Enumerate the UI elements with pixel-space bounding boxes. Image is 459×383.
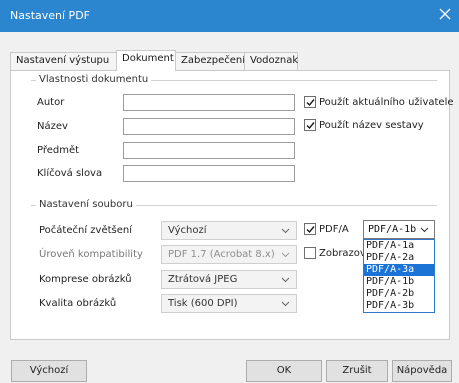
name-input[interactable] [123,118,295,135]
compat-value: PDF 1.7 (Acrobat 8.x) [168,249,275,260]
author-label: Autor [37,97,65,108]
tab-label: Nastavení výstupu [16,55,110,66]
pdfa-label: PDF/A [319,224,349,235]
dialog-body: Nastavení výstupu Dokument Zabezpečení V… [0,32,459,383]
file-group-title: Nastavení souboru [36,199,136,210]
close-icon[interactable] [437,6,453,22]
pdfa-level-select[interactable]: PDF/A-1b [363,220,435,239]
tab-label: Vodoznak [250,55,299,66]
initial-zoom-value: Výchozí [168,225,207,236]
pdfa-option[interactable]: PDF/A-3b [364,300,434,312]
pdfa-option[interactable]: PDF/A-2a [364,252,434,264]
checkmark-icon [306,122,315,130]
pdfa-option[interactable]: PDF/A-1a [364,240,434,252]
author-input[interactable] [123,94,295,111]
tab-security[interactable]: Zabezpečení [175,52,245,70]
cancel-button[interactable]: Zrušit [326,360,388,382]
pdfa-checkbox[interactable] [304,223,316,235]
compression-label: Komprese obrázků [39,274,132,285]
default-button[interactable]: Výchozí [11,360,87,382]
pdfa-option-highlighted[interactable]: PDF/A-3a [364,264,434,276]
initial-zoom-label: Počáteční zvětšení [39,225,133,236]
chevron-down-icon [281,277,290,283]
chevron-down-icon [281,228,290,234]
use-report-name-checkbox[interactable] [304,119,316,131]
tab-document[interactable]: Dokument [116,50,176,71]
chevron-down-icon [420,227,429,233]
tab-output-settings[interactable]: Nastavení výstupu [10,52,117,70]
quality-value: Tisk (600 DPI) [168,298,238,309]
use-report-name-label: Použít název sestavy [319,120,424,131]
quality-select[interactable]: Tisk (600 DPI) [161,294,297,313]
use-current-user-checkbox[interactable] [304,96,316,108]
pdfa-option[interactable]: PDF/A-1b [364,276,434,288]
compat-select[interactable]: PDF 1.7 (Acrobat 8.x) [161,245,297,264]
checkmark-icon [306,99,315,107]
tab-watermark[interactable]: Vodoznak [244,52,298,70]
window-title: Nastavení PDF [10,9,90,22]
pdfa-option[interactable]: PDF/A-2b [364,288,434,300]
name-label: Název [37,121,68,132]
compat-label: Úroveň kompatibility [39,249,143,260]
compression-value: Ztrátová JPEG [168,274,238,285]
initial-zoom-select[interactable]: Výchozí [161,221,297,240]
compression-select[interactable]: Ztrátová JPEG [161,270,297,289]
tab-label: Zabezpečení [181,55,245,66]
ok-button[interactable]: OK [246,360,322,382]
checkmark-icon [306,226,315,234]
display-checkbox[interactable] [304,247,316,259]
subject-label: Předmět [37,145,80,156]
chevron-down-icon [281,252,290,258]
chevron-down-icon [281,301,290,307]
help-button[interactable]: Nápověda [392,360,452,382]
display-label: Zobrazovat [319,248,365,259]
tab-label: Dokument [122,53,174,64]
pdfa-level-value: PDF/A-1b [368,224,417,235]
keywords-input[interactable] [123,165,295,182]
keywords-label: Klíčová slova [37,168,103,179]
use-current-user-label: Použít aktuálního uživatele [319,97,454,108]
title-bar: Nastavení PDF [0,0,459,32]
properties-group-title: Vlastnosti dokumentu [36,74,152,85]
document-panel: Vlastnosti dokumentu Autor Název Předmět… [10,70,454,340]
quality-label: Kvalita obrázků [39,298,117,309]
subject-input[interactable] [123,142,295,159]
pdfa-dropdown-list: PDF/A-1a PDF/A-2a PDF/A-3a PDF/A-1b PDF/… [363,239,435,313]
